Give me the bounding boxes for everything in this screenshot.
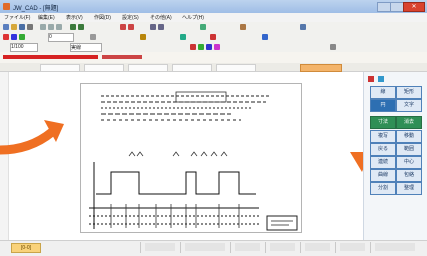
drawing-sheet[interactable] (80, 83, 302, 233)
dim-tool-icon[interactable] (180, 34, 186, 40)
tool-palette: 線 矩形 円 文字 寸法 消去 複写 移動 戻る 範囲 連続 中心 曲線 包絡 … (363, 72, 427, 240)
header-text-block (101, 91, 271, 121)
status-segment-6 (340, 243, 365, 251)
title-block (266, 215, 298, 231)
status-separator (370, 242, 371, 253)
menu-draw[interactable]: 作図(D) (94, 14, 111, 21)
palette-btn-move[interactable]: 移動 (396, 130, 422, 143)
view-tab-4[interactable] (172, 64, 212, 72)
layer-icon[interactable] (200, 24, 206, 30)
view-tab-3[interactable] (128, 64, 168, 72)
symbol-row (128, 151, 228, 157)
palette-btn-text[interactable]: 文字 (396, 99, 422, 112)
sheet-tab[interactable]: [0-0] (11, 243, 41, 253)
option-icon[interactable] (330, 44, 336, 50)
hatch-tool-icon[interactable] (210, 34, 216, 40)
status-segment-3 (235, 243, 260, 251)
layer-field-value: 0 (49, 34, 52, 40)
status-separator (180, 242, 181, 253)
color-green-icon[interactable] (198, 44, 204, 50)
palette-btn-rect[interactable]: 矩形 (396, 86, 422, 99)
menu-view[interactable]: 表示(V) (66, 14, 83, 21)
new-icon[interactable] (3, 24, 9, 30)
menu-edit[interactable]: 編集(E) (38, 14, 55, 21)
save-icon[interactable] (19, 24, 25, 30)
minimize-button[interactable] (377, 2, 391, 12)
undo-icon[interactable] (70, 24, 76, 30)
view-tab-active[interactable] (300, 64, 342, 72)
status-segment-1 (145, 243, 175, 251)
paste-icon[interactable] (56, 24, 62, 30)
redo-icon[interactable] (78, 24, 84, 30)
properties-icon[interactable] (300, 24, 306, 30)
status-segment-2 (185, 243, 225, 251)
drawing-canvas (89, 91, 298, 231)
view-tab-1[interactable] (40, 64, 80, 72)
command-hint-bar (3, 55, 98, 59)
status-separator (265, 242, 266, 253)
status-segment-4 (270, 243, 295, 251)
palette-header (368, 76, 424, 84)
arrow-left-icon (0, 120, 64, 155)
palette-btn-copy[interactable]: 複写 (370, 130, 396, 143)
close-button[interactable]: ✕ (403, 2, 425, 12)
line-type-value: 実線 (71, 45, 82, 51)
menu-other[interactable]: その他(A) (150, 14, 172, 21)
status-separator (230, 242, 231, 253)
view-tab-2[interactable] (84, 64, 124, 72)
status-separator (300, 242, 301, 253)
color-red-icon[interactable] (190, 44, 196, 50)
menu-settings[interactable]: 設定(S) (122, 14, 139, 21)
window-title: JW_CAD - [無題] (13, 6, 59, 12)
copy-icon[interactable] (48, 24, 54, 30)
palette-btn-envelope[interactable]: 包絡 (396, 169, 422, 182)
view-tabs-strip (0, 63, 427, 72)
palette-btn-divide[interactable]: 分割 (370, 182, 396, 195)
app-icon (3, 3, 10, 10)
status-separator (335, 242, 336, 253)
scale-field[interactable]: 1/100 (10, 43, 38, 52)
title-bar (0, 0, 427, 13)
palette-btn-organize[interactable]: 整理 (396, 182, 422, 195)
view-tab-5[interactable] (216, 64, 256, 72)
palette-btn-curve[interactable]: 曲線 (370, 169, 396, 182)
palette-btn-dim[interactable]: 寸法 (370, 116, 396, 129)
palette-btn-circle[interactable]: 円 (370, 99, 396, 112)
line-type-field[interactable]: 実線 (70, 43, 102, 52)
color-magenta-icon[interactable] (214, 44, 220, 50)
status-segment-7 (375, 243, 415, 251)
palette-layer-icon (378, 76, 385, 82)
grid-icon[interactable] (150, 24, 156, 30)
palette-btn-range[interactable]: 範囲 (396, 143, 422, 156)
menu-file[interactable]: ファイル(F) (4, 14, 30, 21)
color-blue-icon[interactable] (206, 44, 212, 50)
measure-icon[interactable] (240, 24, 246, 30)
palette-btn-erase[interactable]: 消去 (396, 116, 422, 129)
palette-btn-continuous[interactable]: 連続 (370, 156, 396, 169)
rect-tool-icon[interactable] (11, 34, 17, 40)
layer-field[interactable]: 0 (48, 33, 74, 42)
scale-field-value: 1/100 (11, 44, 24, 50)
zoom-in-icon[interactable] (120, 24, 126, 30)
palette-color-icon (368, 76, 374, 82)
fill-tool-icon[interactable] (262, 34, 268, 40)
palette-btn-line[interactable]: 線 (370, 86, 396, 99)
print-icon[interactable] (27, 24, 33, 30)
text-tool-icon[interactable] (140, 34, 146, 40)
status-segment-5 (305, 243, 330, 251)
zoom-out-icon[interactable] (128, 24, 134, 30)
snap-icon[interactable] (158, 24, 164, 30)
palette-btn-center[interactable]: 中心 (396, 156, 422, 169)
menu-help[interactable]: ヘルプ(H) (182, 14, 204, 21)
timing-diagram (89, 162, 259, 229)
palette-btn-back[interactable]: 戻る (370, 143, 396, 156)
command-hint-bar-2 (102, 55, 142, 59)
cut-icon[interactable] (40, 24, 46, 30)
open-icon[interactable] (11, 24, 17, 30)
maximize-button[interactable] (390, 2, 404, 12)
line-tool-icon[interactable] (3, 34, 9, 40)
status-separator (140, 242, 141, 253)
arc-tool-icon[interactable] (90, 34, 96, 40)
circle-tool-icon[interactable] (19, 34, 25, 40)
